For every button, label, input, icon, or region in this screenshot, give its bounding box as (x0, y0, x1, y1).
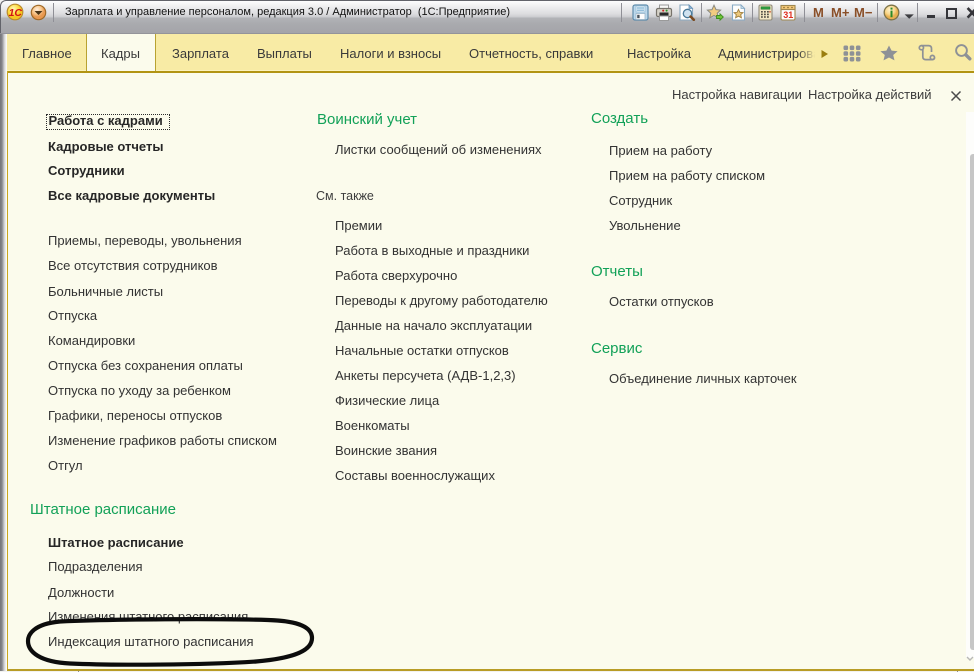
svg-text:1С: 1С (9, 7, 23, 19)
svg-text:31: 31 (783, 10, 793, 20)
